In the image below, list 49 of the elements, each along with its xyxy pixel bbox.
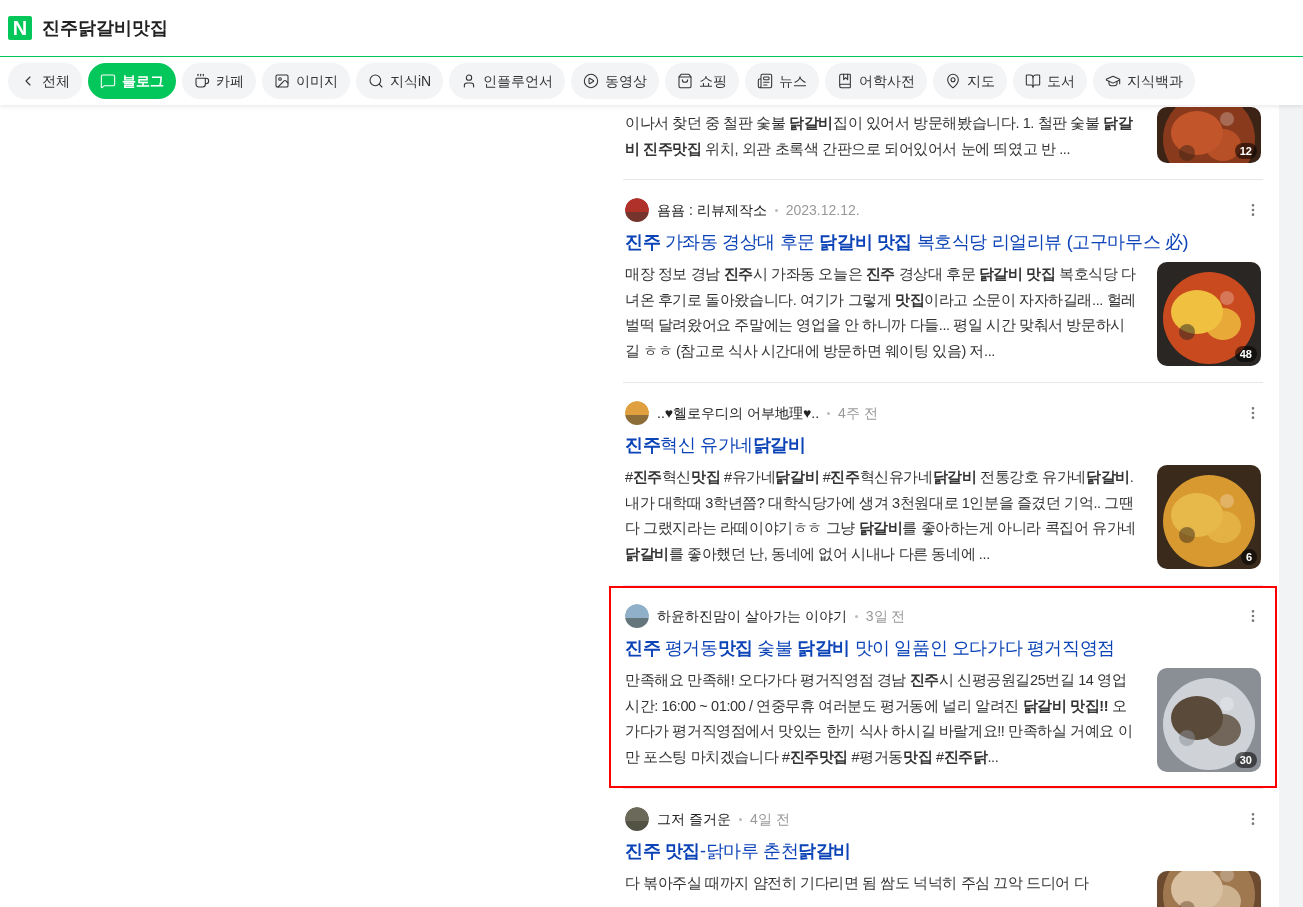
play-icon: [583, 73, 600, 89]
open-book-icon: [1025, 73, 1042, 89]
newspaper-icon: [757, 73, 774, 89]
search-icon: [368, 73, 384, 89]
search-query[interactable]: 진주닭갈비맛집: [42, 14, 168, 42]
map-pin-icon: [945, 73, 962, 89]
post-date: 3일 전: [865, 606, 906, 626]
blog-author[interactable]: 욤욤 : 리뷰제작소: [657, 199, 767, 221]
book-icon: [837, 73, 854, 89]
blog-author[interactable]: ..♥헬로우디의 어부地理♥..: [657, 402, 820, 424]
category-tab[interactable]: 동영상: [571, 63, 660, 99]
post-date: 4주 전: [838, 403, 878, 423]
photo-count: 30: [1234, 752, 1257, 768]
post-date: 4일 전: [749, 809, 790, 829]
post-snippet: #진주혁신맛집 #유가네닭갈비 #진주혁신유가네닭갈비 전통강호 유가네닭갈비. 내가 대학때 3학년쯤? 대학식당가에 생겨 3천원대로 1인분을 즐겼던 기억.. 그땐 다 그랬지라는 라떼이야기ㅎㅎ 그냥 닭갈비를 좋아하는게 아니라 콕집어 유가네닭갈비를 좋아했던 난, 동네에 없어 시내나 다른 동네에 ...: [625, 468, 1137, 564]
category-tab[interactable]: 전체: [8, 63, 82, 99]
category-tab[interactable]: 도서: [1013, 63, 1088, 99]
photo-count: 12: [1234, 143, 1257, 159]
blog-author[interactable]: 하윤하진맘이 살아가는 이야기: [657, 605, 847, 627]
photo-count: 48: [1234, 346, 1257, 362]
post-snippet: 만족해요 만족해! 오다가다 평거직영점 경남 진주시 신평공원길25번길 14 영업시간: 16:00 ~ 01:00 / 연중무휴 여러분도 평거동에 널리 알려진 닭갈비 맛집!! 오가다가 평거직영점에서 맛있는 한끼 식사 하시길 바랄게요!! 만족하실 거예요 이만 포스팅 마치겠습니다 #진주맛집 #평거동맛집 #진주닭...: [625, 671, 1134, 767]
post-title[interactable]: 진주혁신 유가네닭갈비: [625, 431, 1261, 459]
post-title[interactable]: 진주 평거동맛집 숯불 닭갈비 맛이 일품인 오다가다 평거직영점: [625, 634, 1261, 662]
blog-author[interactable]: 그저 즐거운: [657, 808, 731, 830]
category-tab[interactable]: 지도: [933, 63, 1008, 99]
category-tab[interactable]: 지식iN: [356, 63, 444, 99]
avatar-icon: [625, 807, 649, 831]
category-tab[interactable]: 뉴스: [745, 63, 820, 99]
category-tab[interactable]: 어학사전: [825, 63, 928, 99]
bag-icon: [677, 73, 694, 89]
avatar-icon: [625, 401, 649, 425]
speech-bubble-icon: [100, 73, 116, 89]
post-snippet: 다 볶아주실 때까지 얌전히 기다리면 됨 쌈도 넉넉히 주심 끄악 드디어 다: [625, 874, 1090, 893]
category-tab[interactable]: 인플루언서: [449, 63, 566, 99]
post-title[interactable]: 진주 가좌동 경상대 후문 닭갈비 맛집 복호식당 리얼리뷰 (고구마무스 必): [625, 228, 1261, 256]
cup-icon: [194, 73, 210, 89]
avatar-icon: [625, 198, 649, 222]
avatar-icon: [625, 604, 649, 628]
category-tab[interactable]: 쇼핑: [665, 63, 740, 99]
post-title[interactable]: 진주 맛집-닭마루 춘천닭갈비: [625, 837, 1261, 865]
graduation-cap-icon: [1105, 73, 1122, 89]
photo-count: 6: [1240, 549, 1257, 565]
post-snippet: 매장 정보 경남 진주시 가좌동 오늘은 진주 경상대 후문 닭갈비 맛집 복호식당 다녀온 후기로 돌아왔습니다. 여기가 그렇게 맛집이라고 소문이 자자하길래... 헐레벌떡 달려왔어요 주말에는 영업을 안 하니까 다들... 평일 시간 맞춰서 방문하시길 ㅎㅎ (참고로 식사 시간대에 방문하면 웨이팅 있음) 저...: [625, 265, 1137, 361]
category-tab[interactable]: 카페: [182, 63, 256, 99]
post-snippet: 이나서 찾던 중 철판 숯불 닭갈비집이 있어서 방문해봤습니다. 1. 철판 숯불 닭갈비 진주맛집 위치, 외관 초록색 간판으로 되어있어서 눈에 띄였고 반 ...: [625, 114, 1134, 159]
category-tab[interactable]: 지식백과: [1093, 63, 1196, 99]
image-icon: [274, 73, 290, 89]
category-tab[interactable]: 이미지: [262, 63, 350, 99]
post-date: 2023.12.12.: [785, 200, 860, 220]
